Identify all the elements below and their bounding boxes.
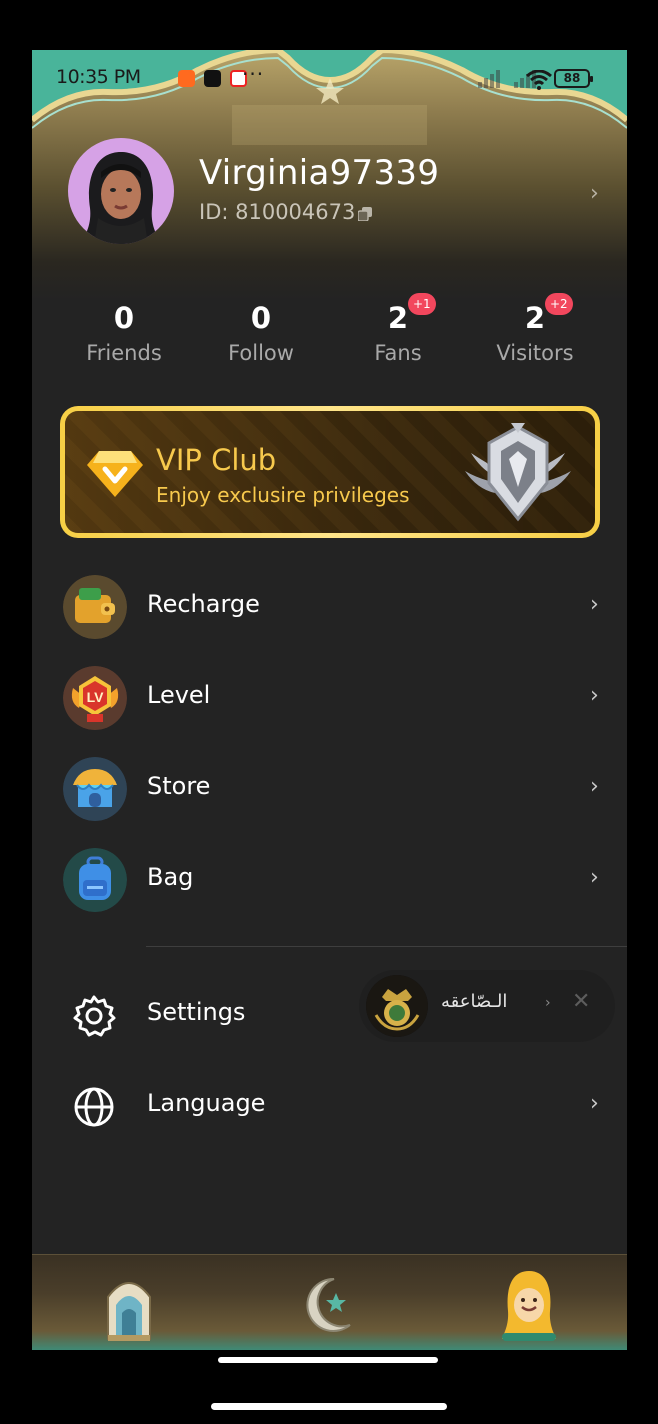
stat-value: 0	[250, 301, 272, 335]
gesture-bar[interactable]	[218, 1357, 438, 1363]
room-emblem-icon	[366, 975, 428, 1037]
gear-icon	[73, 995, 116, 1037]
menu-label: Level	[147, 681, 211, 709]
svg-text:LV: LV	[87, 689, 105, 705]
fans-new-badge: +1	[408, 293, 436, 315]
room-arrow-icon[interactable]: ›	[545, 995, 551, 1011]
menu-store[interactable]: Store ›	[32, 754, 627, 824]
chevron-right-icon: ›	[590, 865, 599, 890]
menu-divider	[146, 946, 627, 947]
copy-icon[interactable]	[358, 207, 372, 221]
status-bar: 10:35 PM ··· 88	[56, 62, 616, 94]
stat-follow[interactable]: 0 Follow	[201, 298, 321, 368]
tiktok-icon	[204, 70, 221, 87]
status-time: 10:35 PM	[56, 66, 141, 88]
vip-medal-icon	[465, 423, 571, 522]
stat-friends[interactable]: 0 Friends	[64, 298, 184, 368]
chevron-right-icon: ›	[590, 592, 599, 617]
menu-label: Language	[147, 1089, 266, 1117]
close-icon[interactable]: ✕	[572, 989, 590, 1014]
menu-recharge[interactable]: Recharge ›	[32, 572, 627, 642]
globe-icon	[74, 1087, 114, 1127]
profile-screen: 10:35 PM ··· 88 Virginia97339 ID: 810004…	[32, 50, 627, 1350]
room-name: الـصّاعقه	[441, 991, 508, 1012]
stat-fans[interactable]: 2 Fans	[338, 298, 458, 368]
menu-language[interactable]: Language ›	[32, 1071, 627, 1141]
vip-club-banner[interactable]: VIP Club Enjoy exclusire privileges	[60, 406, 600, 538]
avatar[interactable]	[68, 138, 174, 244]
bottom-nav	[32, 1254, 627, 1350]
camera-app-icon	[178, 70, 195, 87]
stat-visitors[interactable]: 2 Visitors	[475, 298, 595, 368]
wallet-icon	[63, 575, 127, 639]
store-icon	[63, 757, 127, 821]
profile-girl-icon[interactable]	[494, 1267, 564, 1343]
level-badge-icon: LV	[63, 666, 127, 730]
stat-label: Visitors	[496, 341, 574, 365]
stat-label: Follow	[228, 341, 294, 365]
crescent-star-icon[interactable]	[294, 1267, 364, 1343]
more-notifications-icon: ···	[242, 62, 265, 86]
profile-chevron-icon[interactable]: ›	[590, 181, 599, 206]
stat-label: Friends	[86, 341, 162, 365]
hijab-avatar-icon	[80, 152, 162, 244]
mosque-icon[interactable]	[94, 1267, 164, 1343]
menu-label: Settings	[147, 998, 246, 1026]
stat-value: 2	[387, 301, 409, 335]
stat-value: 0	[113, 301, 135, 335]
menu-level[interactable]: LV Level ›	[32, 663, 627, 733]
backpack-icon	[63, 848, 127, 912]
chevron-right-icon: ›	[590, 1091, 599, 1116]
chevron-right-icon: ›	[590, 683, 599, 708]
menu-label: Bag	[147, 863, 194, 891]
user-id: ID: 810004673	[199, 200, 356, 224]
stat-label: Fans	[374, 341, 422, 365]
vip-diamond-icon	[87, 451, 143, 497]
menu-label: Recharge	[147, 590, 260, 618]
menu-bag[interactable]: Bag ›	[32, 845, 627, 915]
visitors-new-badge: +2	[545, 293, 573, 315]
vip-banner-body: VIP Club Enjoy exclusire privileges	[65, 411, 595, 533]
vip-subtitle: Enjoy exclusire privileges	[156, 483, 410, 507]
chevron-right-icon: ›	[590, 774, 599, 799]
vip-title: VIP Club	[156, 443, 277, 477]
room-avatar	[366, 975, 428, 1037]
menu-label: Store	[147, 772, 211, 800]
stat-value: 2	[524, 301, 546, 335]
username: Virginia97339	[199, 153, 440, 193]
battery-icon: 88	[554, 69, 593, 88]
wifi-icon	[526, 70, 552, 90]
signal-icon	[478, 70, 500, 88]
system-home-indicator[interactable]	[211, 1403, 447, 1410]
floating-room-pill[interactable]: الـصّاعقه › ✕	[359, 970, 615, 1042]
